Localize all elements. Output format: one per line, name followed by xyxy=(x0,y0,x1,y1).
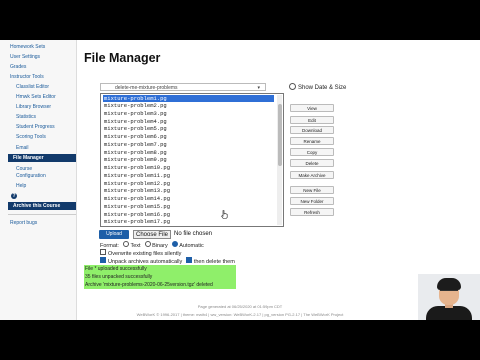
file-list-item[interactable]: mixture-problem10.pg xyxy=(103,164,274,171)
nav-student-progress[interactable]: Student Progress xyxy=(16,124,55,130)
format-automatic-radio[interactable] xyxy=(172,241,179,247)
nav-help[interactable]: Help xyxy=(16,183,26,189)
nav-file-manager[interactable]: File Manager xyxy=(8,154,76,162)
nav-library-browser[interactable]: Library Browser xyxy=(16,104,51,110)
download-button[interactable]: Download xyxy=(290,126,334,134)
file-list-item[interactable]: mixture-problem16.pg xyxy=(103,211,274,218)
delete-button[interactable]: Delete xyxy=(290,159,334,167)
file-list-item[interactable]: mixture-problem8.pg xyxy=(103,149,274,156)
page-title: File Manager xyxy=(84,51,161,65)
delete-archives-checkbox[interactable] xyxy=(185,257,192,263)
sidebar: Homework Sets User Settings Grades Instr… xyxy=(0,40,77,320)
rename-button[interactable]: Rename xyxy=(290,137,334,145)
footer-generated: Page generated at 06/25/2020 at 01:59pm … xyxy=(197,304,283,309)
overwrite-checkbox[interactable] xyxy=(100,249,106,255)
file-list-item[interactable]: mixture-problem12.pg xyxy=(103,180,274,187)
file-list-item[interactable]: mixture-problem6.pg xyxy=(103,133,274,140)
footer-credits: WeBWorK © 1996-2017 | theme: math4 | ww_… xyxy=(136,312,344,317)
unpack-option[interactable]: Unpack archives automatically then delet… xyxy=(100,257,235,265)
file-list[interactable]: mixture-problem1.pg mixture-problem2.pg … xyxy=(100,93,284,227)
file-list-scroll-thumb[interactable] xyxy=(278,104,282,166)
file-list-item[interactable]: mixture-problem5.pg xyxy=(103,125,274,132)
file-list-item[interactable]: mixture-problem4.pg xyxy=(103,118,274,125)
refresh-button[interactable]: Refresh xyxy=(290,208,334,216)
show-date-radio[interactable] xyxy=(289,83,296,90)
status-message: Archive 'mixture-problems-2020-06-25vers… xyxy=(84,281,236,289)
webcam-overlay xyxy=(418,274,480,320)
nav-user-settings[interactable]: User Settings xyxy=(10,54,40,60)
format-automatic-label: Automatic xyxy=(179,243,204,249)
nav-instructor-tools[interactable]: Instructor Tools xyxy=(10,74,44,80)
choose-file-button[interactable]: Choose File xyxy=(133,230,171,239)
file-list-item[interactable]: mixture-problem14.pg xyxy=(103,195,274,202)
hand-cursor-icon xyxy=(221,210,228,219)
format-options: Format: Text Binary Automatic xyxy=(100,241,204,249)
webwork-page: Homework Sets User Settings Grades Instr… xyxy=(0,40,480,320)
status-message: File * uploaded successfully xyxy=(84,265,236,273)
status-message: 35 files unpacked successfully xyxy=(84,273,236,281)
nav-statistics[interactable]: Statistics xyxy=(16,114,36,120)
view-button[interactable]: View xyxy=(290,104,334,112)
nav-course[interactable]: Course xyxy=(16,166,32,172)
nav-archive-course[interactable]: Archive this Course xyxy=(8,202,76,210)
format-text-radio[interactable] xyxy=(123,241,130,247)
unpack-checkbox[interactable] xyxy=(100,257,106,263)
nav-email[interactable]: Email xyxy=(16,145,29,151)
format-binary-radio[interactable] xyxy=(145,241,152,247)
new-file-button[interactable]: New File xyxy=(290,186,334,194)
show-date-size-option[interactable]: Show Date & Size xyxy=(289,83,346,91)
directory-select[interactable]: delete-me-mixture-problems ▾ xyxy=(100,83,266,91)
copy-button[interactable]: Copy xyxy=(290,148,334,156)
file-list-item[interactable]: mixture-problem15.pg xyxy=(103,203,274,210)
nav-grades[interactable]: Grades xyxy=(10,64,26,70)
webcam-person-shirt xyxy=(426,306,472,320)
file-list-item[interactable]: mixture-problem7.pg xyxy=(103,141,274,148)
help-icon[interactable]: ? xyxy=(11,193,17,199)
file-list-item[interactable]: mixture-problem1.pg xyxy=(103,95,274,102)
upload-button[interactable]: Upload xyxy=(99,230,129,239)
file-list-item[interactable]: mixture-problem11.pg xyxy=(103,172,274,179)
file-list-item[interactable]: mixture-problem3.pg xyxy=(103,110,274,117)
nav-homework-sets[interactable]: Homework Sets xyxy=(10,44,45,50)
edit-button[interactable]: Edit xyxy=(290,116,334,124)
file-list-item[interactable]: mixture-problem17.pg xyxy=(103,218,274,225)
show-date-label: Show Date & Size xyxy=(298,85,347,91)
no-file-chosen-text: No file chosen xyxy=(174,231,213,237)
nav-classlist-editor[interactable]: Classlist Editor xyxy=(16,84,49,90)
nav-report-bugs[interactable]: Report bugs xyxy=(10,220,37,226)
file-list-item[interactable]: mixture-problem2.pg xyxy=(103,102,274,109)
make-archive-button[interactable]: Make Archive xyxy=(290,171,334,179)
file-list-item[interactable]: mixture-problem9.pg xyxy=(103,156,274,163)
directory-select-value: delete-me-mixture-problems xyxy=(115,85,178,91)
file-list-item[interactable]: mixture-problem13.pg xyxy=(103,187,274,194)
webcam-person-hair xyxy=(437,278,461,290)
nav-configuration[interactable]: Configuration xyxy=(16,173,46,179)
new-folder-button[interactable]: New Folder xyxy=(290,197,334,205)
sidebar-divider xyxy=(8,214,76,215)
chevron-down-icon: ▾ xyxy=(257,85,260,91)
nav-scoring-tools[interactable]: Scoring Tools xyxy=(16,134,46,140)
nav-hmwk-sets-editor[interactable]: Hmwk Sets Editor xyxy=(16,94,56,100)
overwrite-option[interactable]: Overwrite existing files silently xyxy=(100,249,181,257)
webcam-person-glasses xyxy=(440,290,458,295)
